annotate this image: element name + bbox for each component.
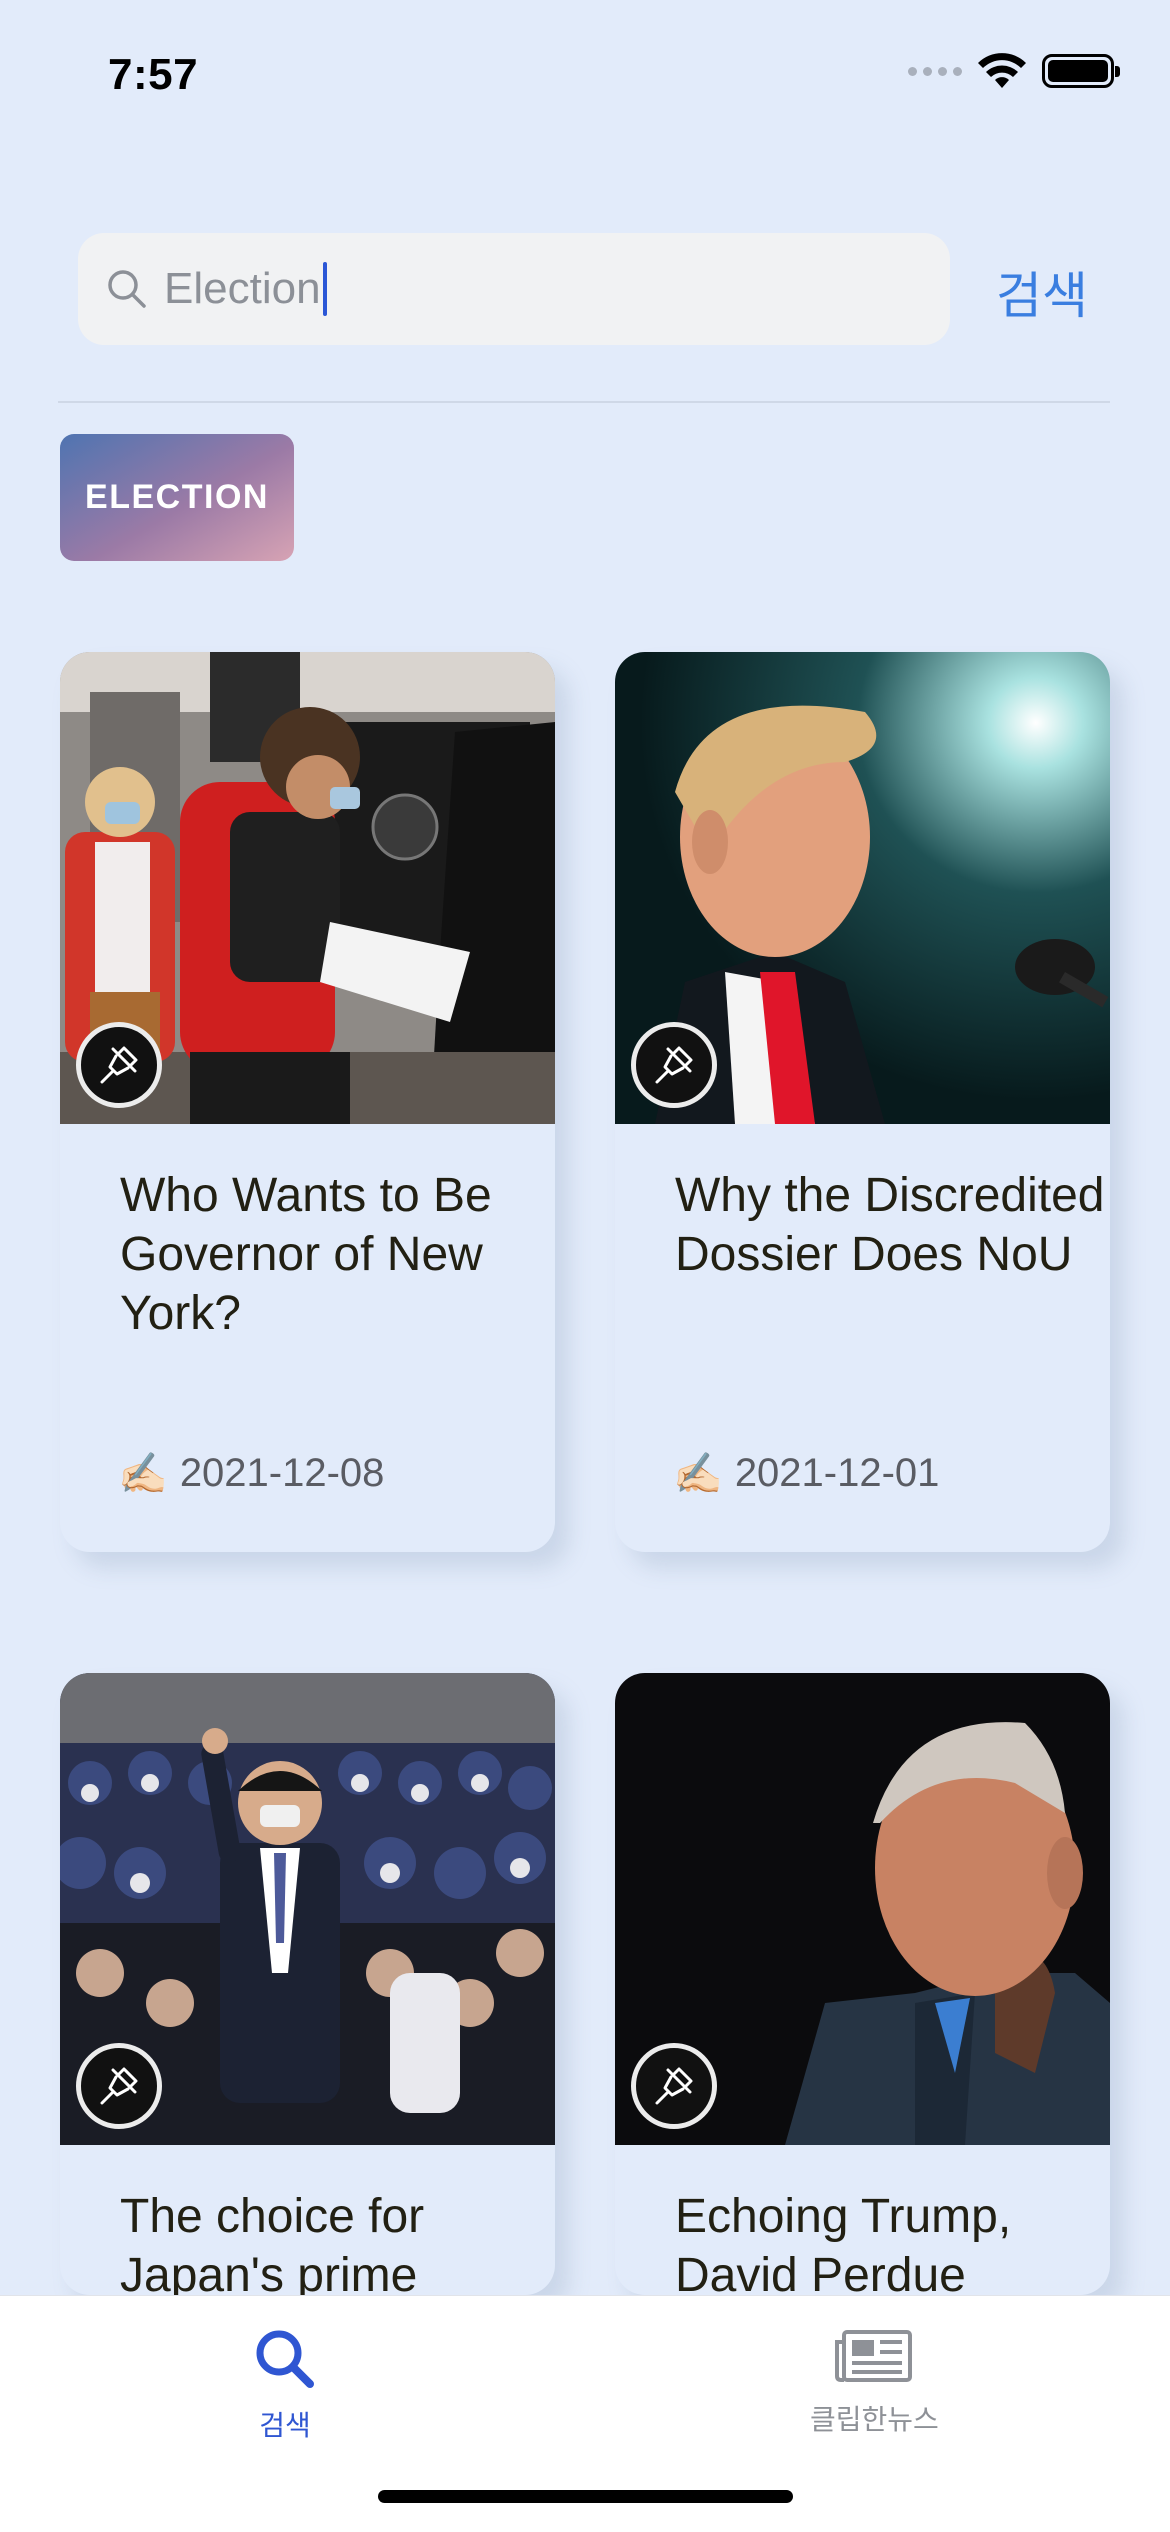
news-card-photo xyxy=(615,1673,1110,2145)
tab-search-label: 검색 xyxy=(259,2410,311,2441)
news-card-date-value: 2021-12-01 xyxy=(734,1451,940,1495)
pin-icon[interactable] xyxy=(76,1022,162,1108)
newspaper-icon xyxy=(835,2330,913,2382)
news-card-title: Why the Discredited Dossier Does NoU xyxy=(675,1169,1105,1281)
news-card-date-value: 2021-12-08 xyxy=(179,1451,385,1495)
text-cursor xyxy=(322,262,327,316)
tab-clipped-news-label: 클립한뉴스 xyxy=(810,2404,939,2435)
battery-icon xyxy=(1042,54,1120,88)
search-input-value: Election xyxy=(164,264,321,313)
cellular-signal-icon xyxy=(908,66,962,76)
home-indicator xyxy=(378,2490,793,2503)
search-icon xyxy=(256,2330,314,2388)
news-card-photo xyxy=(615,652,1110,1124)
search-icon xyxy=(108,270,146,308)
pin-icon[interactable] xyxy=(76,2043,162,2129)
news-card-title: The choice for Japan's prime xyxy=(120,2190,425,2295)
status-indicators xyxy=(908,52,1120,90)
news-card-photo xyxy=(60,1673,555,2145)
news-card[interactable]: Echoing Trump, David Perdue xyxy=(615,1673,1110,2295)
pin-icon[interactable] xyxy=(631,1022,717,1108)
divider xyxy=(58,401,1110,403)
tag-chip-label: ELECTION xyxy=(85,478,269,516)
tab-clipped-news[interactable]: 클립한뉴스 xyxy=(810,2326,939,2438)
news-card-photo xyxy=(60,652,555,1124)
writing-hand-icon: ✍🏻 xyxy=(673,1452,723,1496)
pin-icon[interactable] xyxy=(631,2043,717,2129)
status-time: 7:57 xyxy=(108,50,199,99)
news-card-title: Echoing Trump, David Perdue xyxy=(675,2190,1012,2295)
writing-hand-icon: ✍🏻 xyxy=(118,1452,168,1496)
news-card[interactable]: Who Wants to Be Governor of New York? ✍🏻… xyxy=(60,652,555,1552)
tag-chip-election[interactable]: ELECTION xyxy=(60,434,294,561)
search-button[interactable]: 검색 xyxy=(996,256,1088,328)
news-card-date: ✍🏻 2021-12-01 xyxy=(673,1450,939,1497)
news-card-date: ✍🏻 2021-12-08 xyxy=(118,1450,384,1497)
tab-search[interactable]: 검색 xyxy=(252,2326,318,2444)
search-input[interactable]: Election xyxy=(78,233,950,345)
news-card[interactable]: The choice for Japan's prime xyxy=(60,1673,555,2295)
news-card-title: Who Wants to Be Governor of New York? xyxy=(120,1169,492,1340)
news-card[interactable]: Why the Discredited Dossier Does NoU ✍🏻 … xyxy=(615,652,1110,1552)
wifi-icon xyxy=(978,53,1026,88)
